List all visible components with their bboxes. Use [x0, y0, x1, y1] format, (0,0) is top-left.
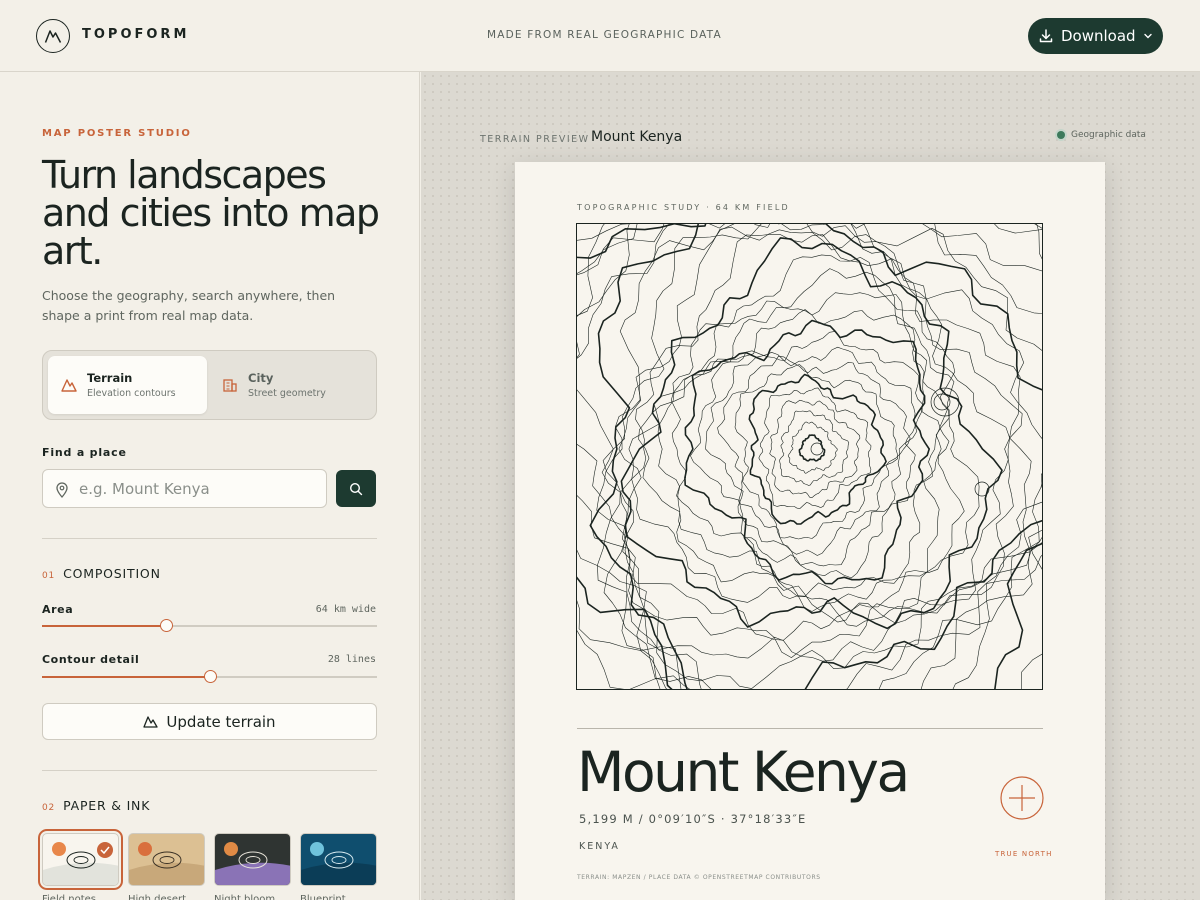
section-title: PAPER & INK: [63, 798, 151, 813]
contour-detail-slider-fill: [42, 676, 210, 678]
preview-place-name: Mount Kenya: [591, 129, 683, 145]
search-button[interactable]: [336, 470, 376, 507]
location-pin-icon: [56, 482, 68, 498]
divider: [42, 538, 377, 539]
mode-terrain-title: Terrain: [87, 371, 133, 385]
area-slider-thumb[interactable]: [159, 619, 173, 632]
paper-swatch[interactable]: [128, 833, 205, 886]
mode-city-subtitle: Street geometry: [248, 388, 326, 399]
section-paper-ink: 02 PAPER & INK: [42, 798, 150, 813]
building-icon: [223, 379, 237, 392]
update-terrain-button[interactable]: Update terrain: [42, 703, 377, 740]
download-icon: [1039, 29, 1053, 43]
chevron-down-icon: [1143, 33, 1152, 39]
intro-text: Choose the geography, search anywhere, t…: [42, 288, 336, 323]
contour-detail-slider-thumb[interactable]: [203, 670, 217, 683]
section-number: 01: [42, 571, 56, 581]
contour-detail-value: 28 lines: [327, 654, 376, 665]
section-title: COMPOSITION: [63, 566, 161, 581]
contour-map: [576, 223, 1043, 690]
sidebar: MAP POSTER STUDIO Turn landscapes and ci…: [0, 72, 420, 900]
paper-swatch[interactable]: [300, 833, 377, 886]
preview-label: TERRAIN PREVIEW: [480, 134, 590, 145]
paper-swatch[interactable]: [214, 833, 291, 886]
contour-lines: [577, 224, 1042, 689]
poster-title: Mount Kenya: [577, 740, 910, 804]
search-field: [42, 469, 327, 508]
mode-toggle: Terrain Elevation contours City Street g…: [42, 350, 377, 420]
preview-area: TERRAIN PREVIEW Mount Kenya Geographic d…: [421, 72, 1200, 900]
paper-swatch-label: High desert: [128, 894, 187, 900]
download-label: Download: [1061, 27, 1136, 45]
mountain-icon: [61, 379, 77, 392]
area-slider[interactable]: [42, 619, 377, 632]
paper-swatch-label: Field notes: [42, 894, 96, 900]
mode-city-title: City: [248, 371, 274, 385]
mode-terrain[interactable]: Terrain Elevation contours: [48, 356, 207, 414]
paper-swatch-label: Night bloom: [214, 894, 276, 900]
app-header: TOPOFORM MADE FROM REAL GEOGRAPHIC DATA …: [0, 0, 1200, 72]
search-icon: [349, 482, 363, 495]
update-terrain-label: Update terrain: [166, 712, 276, 731]
page-title: Turn landscapes and cities into map art.: [42, 153, 380, 273]
mountain-logo-icon[interactable]: [36, 19, 70, 53]
divider: [42, 770, 377, 771]
eyebrow: MAP POSTER STUDIO: [42, 128, 192, 139]
paper-swatch-label: Blueprint: [300, 894, 346, 900]
mountain-icon: [143, 716, 159, 728]
area-label: Area: [42, 603, 74, 616]
poster-country: KENYA: [579, 841, 620, 852]
tagline: MADE FROM REAL GEOGRAPHIC DATA: [487, 29, 722, 41]
download-button[interactable]: Download: [1028, 18, 1163, 54]
poster-kicker: TOPOGRAPHIC STUDY · 64 KM FIELD: [577, 203, 790, 212]
mode-terrain-subtitle: Elevation contours: [87, 388, 176, 399]
contour-detail-slider[interactable]: [42, 670, 377, 683]
geographic-data-badge: Geographic data: [1057, 130, 1146, 140]
paper-swatch[interactable]: [38, 829, 123, 890]
true-north-label: TRUE NORTH: [995, 850, 1053, 858]
find-place-label: Find a place: [42, 446, 127, 459]
poster-preview[interactable]: TOPOGRAPHIC STUDY · 64 KM FIELD Mount Ke…: [515, 162, 1105, 900]
mode-city[interactable]: City Street geometry: [209, 356, 368, 414]
compass-icon: [1000, 776, 1044, 820]
search-input[interactable]: [79, 470, 319, 507]
contour-detail-label: Contour detail: [42, 653, 140, 666]
status-dot-icon: [1057, 131, 1065, 139]
area-value: 64 km wide: [315, 604, 376, 615]
poster-coordinates: 5,199 M / 0°09′10″S · 37°18′33″E: [579, 812, 807, 826]
poster-credit: TERRAIN: MAPZEN / PLACE DATA © OPENSTREE…: [577, 874, 821, 881]
area-slider-fill: [42, 625, 166, 627]
brand-name[interactable]: TOPOFORM: [82, 27, 189, 42]
section-composition: 01 COMPOSITION: [42, 566, 161, 581]
geographic-data-label: Geographic data: [1071, 130, 1146, 140]
poster-divider: [577, 728, 1043, 729]
section-number: 02: [42, 803, 56, 813]
